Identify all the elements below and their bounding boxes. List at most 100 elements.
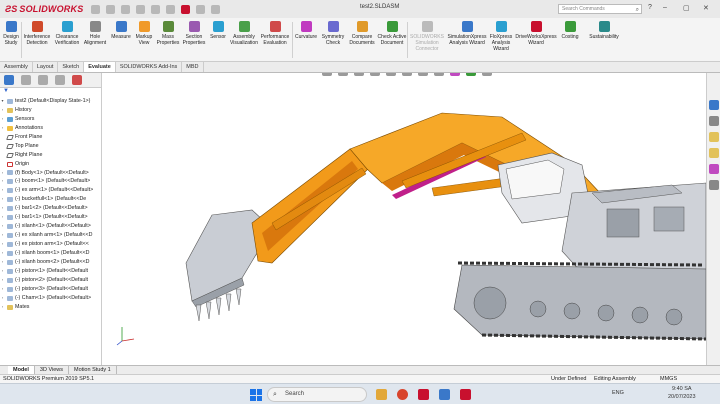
performance-evaluation-button[interactable]: Performance Evaluation [259, 21, 291, 46]
expand-arrow-icon[interactable]: › [0, 213, 5, 222]
solidworks-app-icon[interactable] [418, 389, 429, 400]
dynamic-annotation-icon[interactable] [386, 73, 396, 76]
tree-item[interactable]: › (-) bar1<1> (Default<<Default> [0, 213, 101, 222]
tab-3d-views[interactable]: 3D Views [35, 366, 70, 374]
expand-arrow-icon[interactable]: › [0, 115, 5, 124]
tree-item[interactable]: › (-) xilanh boom<2> (Default<<D [0, 258, 101, 267]
file-explorer-icon[interactable] [708, 132, 719, 142]
view-palette-icon[interactable] [708, 148, 719, 158]
solidworks-resources-icon[interactable] [708, 100, 719, 110]
tree-item[interactable]: › (-) ex piston arm<1> (Default<< [0, 240, 101, 249]
expand-arrow-icon[interactable]: › [0, 195, 5, 204]
tab-model[interactable]: Model [8, 366, 35, 374]
zoom-to-area-icon[interactable] [338, 73, 348, 76]
expand-arrow-icon[interactable]: › [0, 169, 5, 178]
solidworks-doc-app-icon[interactable] [460, 389, 471, 400]
expand-arrow-icon[interactable]: › [0, 276, 5, 285]
clearance-verification-button[interactable]: Clearance Verification [52, 21, 82, 46]
tree-item[interactable]: › (-) xilanh boom<1> (Default<<D [0, 249, 101, 258]
driveworksxpress-button[interactable]: DriveWorksXpress Wizard [514, 21, 558, 46]
dimxpert-icon[interactable] [55, 75, 65, 85]
search-icon[interactable]: ⌕ [636, 6, 639, 14]
tab-mbd[interactable]: MBD [182, 62, 204, 72]
measure-button[interactable]: Measure [108, 21, 134, 40]
expand-arrow-icon[interactable]: › [0, 285, 5, 294]
tree-item[interactable]: › (-) piston<2> (Default<<Default [0, 276, 101, 285]
design-library-icon[interactable] [708, 116, 719, 126]
markup-view-button[interactable]: Markup View [133, 21, 155, 46]
display-manager-icon[interactable] [72, 75, 82, 85]
help-icon[interactable]: ? [648, 4, 652, 11]
tree-item[interactable]: Origin [0, 160, 101, 169]
sustainability-button[interactable]: Sustainability [584, 21, 624, 40]
expand-arrow-icon[interactable]: › [0, 106, 5, 115]
tree-item[interactable]: › (-) boom<1> (Default<<Default> [0, 177, 101, 186]
expand-arrow-icon[interactable]: › [0, 124, 5, 133]
expand-arrow-icon[interactable]: › [0, 231, 5, 240]
hide-show-items-icon[interactable] [434, 73, 444, 76]
expand-arrow-icon[interactable]: › [0, 222, 5, 231]
edit-appearance-icon[interactable] [450, 73, 460, 76]
tree-item[interactable]: Front Plane [0, 133, 101, 142]
expand-arrow-icon[interactable]: › [0, 177, 5, 186]
tree-item[interactable]: › (-) xilanh<1> (Default<<Default> [0, 222, 101, 231]
view-settings-icon[interactable] [482, 73, 492, 76]
interference-detection-button[interactable]: Interference Detection [22, 21, 52, 46]
expand-arrow-icon[interactable]: › [0, 303, 5, 312]
edge-app-icon[interactable] [439, 389, 450, 400]
check-active-document-button[interactable]: Check Active Document [377, 21, 407, 46]
previous-view-icon[interactable] [354, 73, 364, 76]
print-icon[interactable] [136, 4, 146, 14]
search-commands-input[interactable]: Search Commands ⌕ [558, 4, 642, 14]
floxpress-button[interactable]: FloXpress Analysis Wizard [488, 21, 514, 52]
symmetry-check-button[interactable]: Symmetry Check [319, 21, 347, 46]
maximize-icon[interactable]: ▢ [683, 4, 690, 12]
clock-date[interactable]: 20/07/2023 [668, 394, 696, 400]
file-properties-icon[interactable] [196, 4, 206, 14]
tree-item[interactable]: › Annotations [0, 124, 101, 133]
status-units[interactable]: MMGS [660, 375, 677, 383]
configurationmanager-icon[interactable] [38, 75, 48, 85]
collapse-arrow-icon[interactable]: ▾ [0, 97, 5, 106]
tree-item[interactable]: › Sensors [0, 115, 101, 124]
sensor-button[interactable]: Sensor [207, 21, 229, 40]
featuremanager-icon[interactable] [4, 75, 14, 85]
tree-item[interactable]: Top Plane [0, 142, 101, 151]
tree-item[interactable]: › (-) bar1<2> (Default<<Default> [0, 204, 101, 213]
display-style-icon[interactable] [418, 73, 428, 76]
expand-arrow-icon[interactable]: › [0, 249, 5, 258]
tree-item[interactable]: › History [0, 106, 101, 115]
curvature-button[interactable]: Curvature [293, 21, 319, 40]
undo-icon[interactable] [151, 4, 161, 14]
section-view-icon[interactable] [370, 73, 380, 76]
hole-alignment-button[interactable]: Hole Alignment [82, 21, 108, 46]
chrome-app-icon[interactable] [397, 389, 408, 400]
tree-item[interactable]: › (-) bucketfull<1> (Default<<De [0, 195, 101, 204]
file-explorer-app-icon[interactable] [376, 389, 387, 400]
filter-icon[interactable]: ▼ [0, 88, 101, 97]
tree-item[interactable]: › Mates [0, 303, 101, 312]
custom-properties-icon[interactable] [708, 180, 719, 190]
excavator-model[interactable] [102, 73, 706, 365]
expand-arrow-icon[interactable]: › [0, 204, 5, 213]
graphics-area[interactable] [102, 73, 706, 365]
apply-scene-icon[interactable] [466, 73, 476, 76]
open-icon[interactable] [106, 4, 116, 14]
tree-item[interactable]: › (-) Cham<1> (Default<<Default> [0, 294, 101, 303]
costing-button[interactable]: Costing [558, 21, 582, 40]
tree-item[interactable]: › (-) piston<3> (Default<<Default [0, 285, 101, 294]
propertymanager-icon[interactable] [21, 75, 31, 85]
save-icon[interactable] [121, 4, 131, 14]
tab-evaluate[interactable]: Evaluate [84, 62, 116, 72]
design-study-button[interactable]: Design Study [2, 21, 20, 46]
tab-addins[interactable]: SOLIDWORKS Add-Ins [116, 62, 183, 72]
mass-properties-button[interactable]: Mass Properties [155, 21, 181, 46]
simulation-connector-button[interactable]: SOLIDWORKS Simulation Connector [408, 21, 446, 52]
options-gear-icon[interactable] [211, 4, 221, 14]
expand-arrow-icon[interactable]: › [0, 258, 5, 267]
compare-documents-button[interactable]: Compare Documents [347, 21, 377, 46]
tab-motion-study[interactable]: Motion Study 1 [69, 366, 117, 374]
tree-item[interactable]: › (-) ex xilanh arm<1> (Default<<D [0, 231, 101, 240]
tab-sketch[interactable]: Sketch [58, 62, 85, 72]
tree-item[interactable]: › (-) piston<1> (Default<<Default [0, 267, 101, 276]
